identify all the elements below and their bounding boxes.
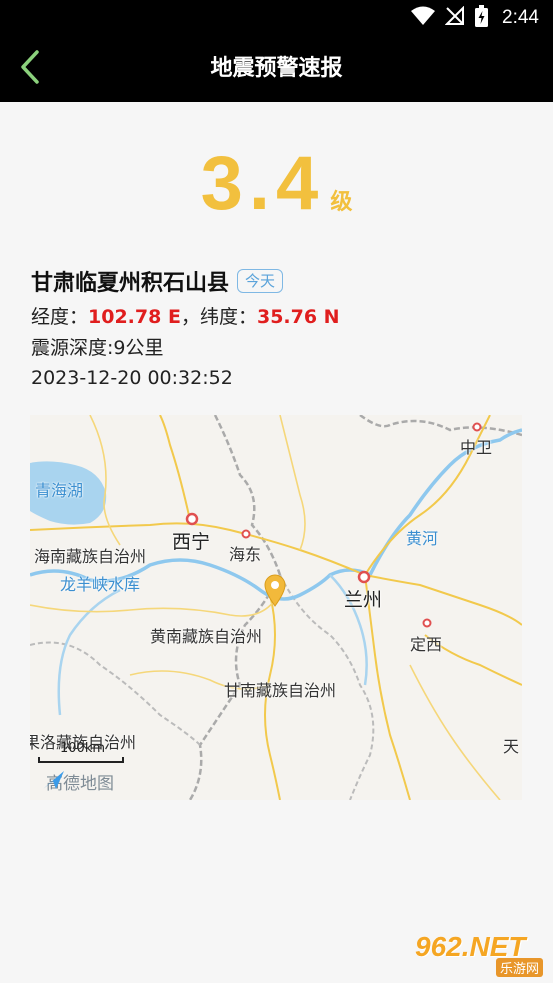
chevron-left-icon (19, 49, 41, 89)
coordinates: 经度：102.78 E，纬度：35.76 N (31, 301, 531, 333)
latitude-label: 纬度： (199, 306, 257, 328)
map-scale-bar (38, 757, 124, 763)
magnitude-display: 3.4 级 (0, 140, 553, 230)
map-label-zhongwei: 中卫 (460, 438, 493, 457)
map-label-qinghai-lake: 青海湖 (35, 481, 84, 500)
battery-charging-icon (475, 5, 489, 31)
map-label-huangnan: 黄南藏族自治州 (150, 627, 263, 646)
map-label-haidong: 海东 (229, 545, 262, 564)
map-label-lanzhou: 兰州 (344, 589, 383, 611)
map-label-hainan: 海南藏族自治州 (34, 547, 147, 566)
wifi-icon (411, 6, 436, 30)
magnitude-value: 3.4 (200, 141, 325, 226)
longitude-label: 经度： (31, 306, 89, 328)
map-label-xining: 西宁 (172, 531, 211, 553)
map-label-dingxi: 定西 (410, 635, 443, 654)
page-title: 地震预警速报 (210, 56, 343, 81)
no-signal-icon (444, 5, 465, 30)
status-time: 2:44 (502, 7, 539, 28)
today-badge: 今天 (237, 269, 284, 293)
back-button[interactable] (10, 49, 50, 89)
quake-depth: 震源深度:9公里 (31, 337, 164, 359)
quake-info: 甘肃临夏州积石山县 今天 经度：102.78 E，纬度：35.76 N 震源深度… (31, 262, 531, 393)
watermark-sub: 乐游网 (495, 958, 543, 977)
site-watermark: 962.NET 乐游网 (409, 931, 547, 979)
map-scale-label: 100km (60, 741, 106, 756)
app-bar: 地震预警速报 (0, 36, 553, 102)
status-bar: 2:44 (0, 0, 553, 36)
longitude-value: 102.78 E (88, 306, 181, 328)
map-provider-logo: 高德地图 (42, 769, 114, 794)
map-label-tian: 天 (503, 737, 520, 756)
status-icons: 2:44 (411, 5, 539, 31)
quake-location: 甘肃临夏州积石山县 (31, 271, 230, 296)
quake-time: 2023-12-20 00:32:52 (31, 367, 233, 389)
latitude-value: 35.76 N (256, 306, 340, 328)
location-row: 甘肃临夏州积石山县 今天 (31, 262, 531, 300)
map-label-gannan: 甘南藏族自治州 (224, 681, 337, 700)
map-label-huanghe: 黄河 (406, 529, 439, 548)
epicenter-map[interactable]: 青海湖 西宁 海东 海南藏族自治州 龙羊峡水库 黄南藏族自治州 兰州 黄河 定西… (30, 415, 522, 800)
coord-separator: ， (180, 306, 200, 328)
magnitude-unit: 级 (330, 190, 353, 215)
map-label-longyangxia: 龙羊峡水库 (60, 575, 141, 594)
